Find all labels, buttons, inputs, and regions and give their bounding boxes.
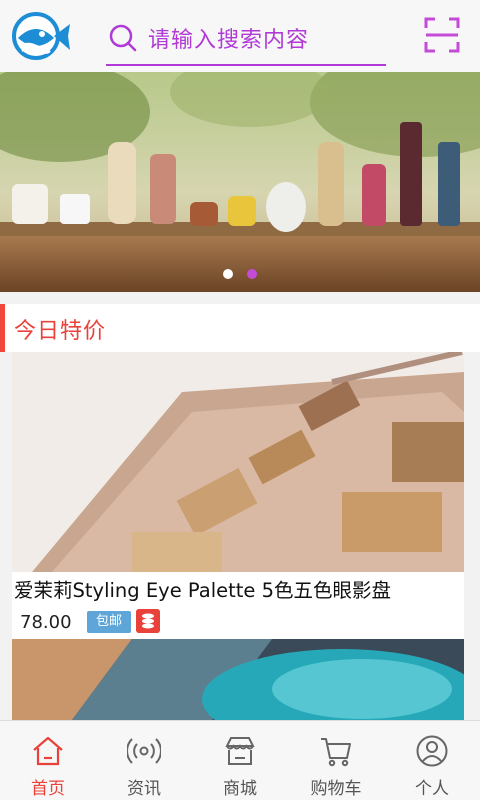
banner-image xyxy=(0,72,480,292)
nav-label-profile: 个人 xyxy=(415,779,449,799)
nav-item-news[interactable]: 资讯 xyxy=(96,721,192,800)
app-screen: 请输入搜索内容 今日特价 爱茉莉Styling Eye Palette 5色五色… xyxy=(0,0,480,800)
product-image[interactable] xyxy=(12,352,464,572)
home-icon xyxy=(33,736,63,766)
coin-icon xyxy=(136,609,160,633)
product-price: 78.00 xyxy=(20,612,72,633)
carousel-dot[interactable] xyxy=(223,269,233,279)
store-icon xyxy=(225,737,255,765)
broadcast-icon xyxy=(127,738,161,764)
nav-item-cart[interactable]: 购物车 xyxy=(288,721,384,800)
product-card[interactable]: 爱茉莉Styling Eye Palette 5色五色眼影盘 78.00 包邮 xyxy=(12,352,464,639)
header: 请输入搜索内容 xyxy=(0,0,480,72)
search-icon xyxy=(109,24,137,52)
section-title: 今日特价 xyxy=(14,319,107,344)
section-accent-bar xyxy=(0,304,5,352)
banner-carousel[interactable] xyxy=(0,72,480,292)
cart-icon xyxy=(321,738,351,767)
search-bar[interactable]: 请输入搜索内容 xyxy=(106,12,386,66)
nav-label-cart: 购物车 xyxy=(310,779,362,799)
nav-label-store: 商城 xyxy=(223,779,257,799)
nav-item-store[interactable]: 商城 xyxy=(192,721,288,800)
scan-icon[interactable] xyxy=(424,17,460,53)
nav-label-home: 首页 xyxy=(31,779,65,799)
carousel-indicator xyxy=(0,269,480,281)
nav-label-news: 资讯 xyxy=(127,779,161,799)
bottom-nav: 首页 资讯 商城 购物车 个人 xyxy=(0,720,480,800)
product-title[interactable]: 爱茉莉Styling Eye Palette 5色五色眼影盘 xyxy=(14,574,474,603)
search-input[interactable]: 请输入搜索内容 xyxy=(148,22,309,54)
nav-item-home[interactable]: 首页 xyxy=(0,721,96,800)
free-shipping-badge: 包邮 xyxy=(87,611,131,633)
user-icon xyxy=(416,735,448,767)
section-header: 今日特价 xyxy=(0,304,480,352)
carousel-dot-active[interactable] xyxy=(247,269,257,279)
fish-logo-icon[interactable] xyxy=(12,10,74,62)
product-card[interactable] xyxy=(12,639,464,720)
product-image[interactable] xyxy=(12,639,464,720)
nav-item-profile[interactable]: 个人 xyxy=(384,721,480,800)
